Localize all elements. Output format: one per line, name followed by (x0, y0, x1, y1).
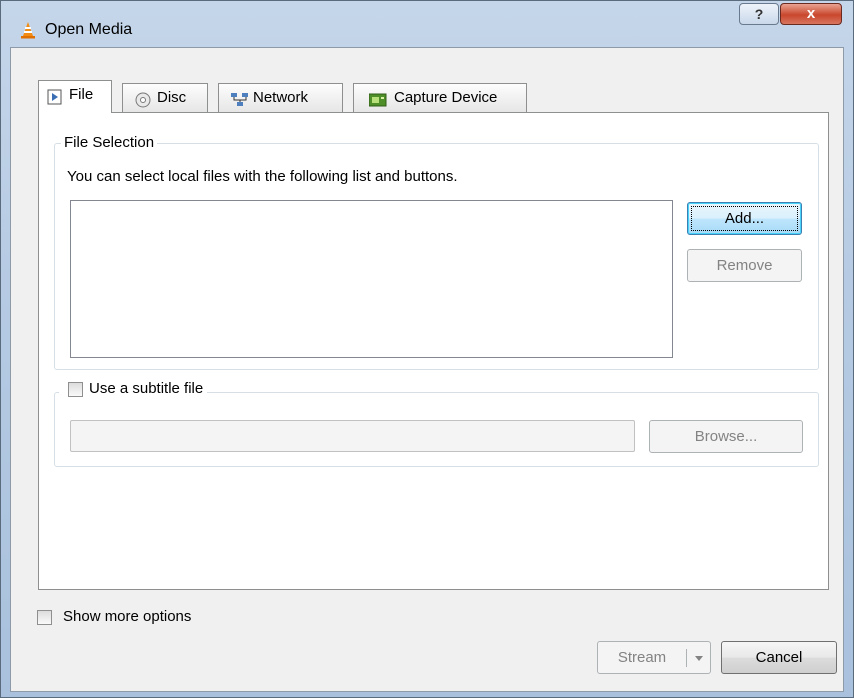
tab-file-label: File (69, 86, 94, 103)
stream-split-button[interactable]: Stream (597, 641, 711, 674)
file-selection-group-label: File Selection (61, 134, 158, 152)
subtitle-group: Use a subtitle file Browse... (54, 380, 819, 467)
open-media-window: Open Media ? x File Disc Network Capture… (0, 0, 854, 698)
tab-network[interactable]: Network (218, 83, 343, 112)
vlc-cone-icon (19, 21, 37, 39)
add-button-focus (691, 206, 798, 231)
remove-button[interactable]: Remove (687, 249, 802, 282)
close-button[interactable]: x (780, 3, 842, 25)
window-title: Open Media (45, 21, 133, 38)
subtitle-group-header: Use a subtitle file (59, 380, 208, 398)
file-list[interactable] (70, 200, 673, 358)
network-icon (231, 90, 248, 106)
add-button[interactable]: Add... (687, 202, 802, 235)
chevron-down-icon[interactable] (690, 642, 708, 673)
stream-button-label: Stream (617, 649, 667, 666)
tab-network-label: Network (253, 89, 309, 106)
tab-disc[interactable]: Disc (122, 83, 208, 112)
file-selection-description: You can select local files with the foll… (67, 168, 458, 185)
disc-icon (135, 90, 151, 108)
show-more-options-checkbox[interactable] (37, 610, 52, 625)
cancel-button[interactable]: Cancel (721, 641, 837, 674)
show-more-options-label[interactable]: Show more options (63, 608, 191, 625)
tab-capture-device-label: Capture Device (394, 89, 498, 106)
stream-split-divider (686, 649, 687, 667)
dialog-client-area: File Disc Network Capture Device File Se… (10, 47, 844, 692)
tab-disc-label: Disc (157, 89, 187, 106)
title-bar[interactable]: Open Media ? x (1, 1, 853, 43)
use-subtitle-checkbox[interactable] (68, 381, 83, 397)
tab-file[interactable]: File (38, 80, 112, 113)
help-button[interactable]: ? (739, 3, 779, 25)
browse-button[interactable]: Browse... (649, 420, 803, 453)
capture-device-icon (368, 90, 387, 107)
subtitle-path-field[interactable] (70, 420, 635, 452)
use-subtitle-label[interactable]: Use a subtitle file (89, 380, 203, 397)
file-tab-pane: File Selection You can select local file… (38, 112, 829, 590)
file-play-icon (47, 87, 63, 105)
file-selection-group: File Selection You can select local file… (54, 134, 819, 370)
tab-capture-device[interactable]: Capture Device (353, 83, 527, 112)
